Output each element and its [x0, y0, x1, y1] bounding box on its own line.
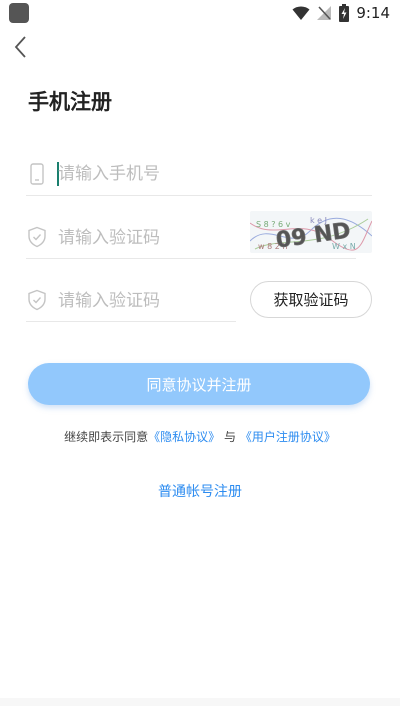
phone-divider — [26, 195, 372, 196]
bottom-bar — [0, 698, 400, 706]
sms-code-input[interactable] — [58, 288, 228, 314]
agreement-text: 继续即表示同意《隐私协议》 与 《用户注册协议》 — [0, 428, 400, 445]
shield-icon — [28, 226, 46, 248]
wifi-icon — [292, 6, 310, 20]
phone-field — [26, 160, 372, 196]
agree-and-register-button[interactable]: 同意协议并注册 — [28, 363, 370, 405]
status-icons: 9:14 — [292, 3, 390, 23]
sms-code-divider — [26, 321, 236, 322]
notification-app-icon — [9, 3, 29, 23]
get-code-button[interactable]: 获取验证码 — [250, 281, 372, 318]
back-button[interactable] — [10, 34, 36, 60]
captcha-image[interactable]: S 8 ? 6 v k e J w 8 2 h W x N 09 ND — [250, 211, 372, 253]
shield-icon — [28, 289, 46, 311]
page-title: 手机注册 — [28, 90, 112, 114]
phone-icon — [30, 163, 44, 185]
status-time: 9:14 — [356, 4, 390, 22]
captcha-graphic: S 8 ? 6 v k e J w 8 2 h W x N 09 ND — [250, 216, 372, 253]
captcha-input[interactable] — [58, 225, 238, 251]
agreement-prefix: 继续即表示同意 — [64, 430, 149, 444]
agreement-conjunction: 与 — [224, 430, 237, 444]
phone-input[interactable] — [58, 161, 358, 187]
status-bar: 9:14 — [0, 0, 400, 26]
chevron-left-icon — [14, 36, 26, 58]
user-agreement-link[interactable]: 《用户注册协议》 — [240, 430, 336, 444]
normal-account-register-link[interactable]: 普通帐号注册 — [0, 481, 400, 501]
sms-code-field — [26, 287, 236, 322]
captcha-divider — [26, 258, 356, 259]
privacy-policy-link[interactable]: 《隐私协议》 — [148, 430, 220, 444]
no-signal-icon — [317, 6, 332, 20]
battery-charging-icon — [339, 4, 350, 22]
